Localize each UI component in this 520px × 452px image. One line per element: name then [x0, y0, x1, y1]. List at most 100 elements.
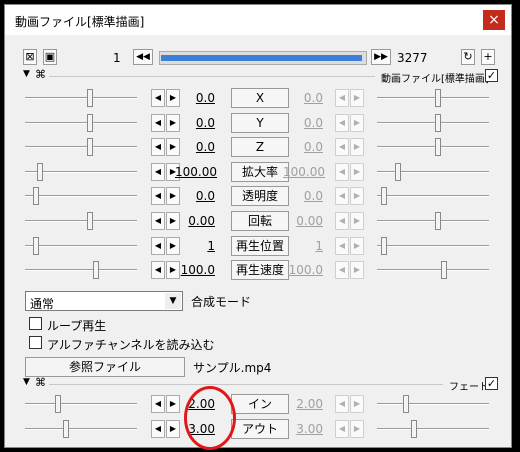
- decrement-button[interactable]: ◀: [335, 420, 349, 438]
- end-value[interactable]: 0.0: [283, 116, 323, 130]
- decrement-button[interactable]: ◀: [151, 113, 165, 132]
- start-value[interactable]: 100.00: [175, 165, 217, 179]
- slider-thumb[interactable]: [381, 236, 387, 255]
- parameter-button[interactable]: 再生位置: [231, 235, 289, 256]
- end-value[interactable]: 0.0: [283, 140, 323, 154]
- collapse-arrow-icon[interactable]: ▼: [23, 69, 30, 79]
- increment-button[interactable]: ▶: [350, 212, 364, 230]
- parameter-button[interactable]: アウト: [231, 419, 289, 439]
- decrement-button[interactable]: ◀: [151, 187, 165, 206]
- start-value[interactable]: 0.0: [175, 140, 215, 154]
- add-button[interactable]: +: [481, 49, 495, 65]
- alpha-checkbox[interactable]: [29, 336, 42, 349]
- decrement-button[interactable]: ◀: [151, 162, 165, 181]
- slider-track: [377, 195, 489, 198]
- decrement-button[interactable]: ◀: [335, 113, 349, 132]
- slider-thumb[interactable]: [87, 113, 93, 132]
- mouse-icon: ⌘: [35, 376, 46, 389]
- end-value[interactable]: 0.0: [283, 91, 323, 105]
- decrement-button[interactable]: ◀: [335, 236, 349, 255]
- decrement-button[interactable]: ◀: [335, 187, 349, 206]
- parameter-button[interactable]: 拡大率: [231, 161, 289, 182]
- increment-button[interactable]: ▶: [350, 89, 364, 107]
- decrement-button[interactable]: ◀: [335, 212, 349, 230]
- slider-thumb[interactable]: [93, 261, 99, 280]
- parameter-button[interactable]: 回転: [231, 211, 289, 231]
- increment-button[interactable]: ▶: [350, 261, 364, 280]
- seek-bar[interactable]: [159, 51, 367, 65]
- parameter-button[interactable]: X: [231, 88, 289, 108]
- chevron-down-icon[interactable]: ▼: [165, 293, 181, 309]
- slider-thumb[interactable]: [435, 212, 441, 230]
- blend-mode-select[interactable]: 通常 ▼: [25, 291, 183, 311]
- slider-thumb[interactable]: [37, 162, 43, 181]
- next-frame-button[interactable]: ▶▶: [371, 49, 391, 65]
- slider-thumb[interactable]: [435, 113, 441, 132]
- loop-checkbox[interactable]: [29, 317, 42, 330]
- increment-button[interactable]: ▶: [350, 395, 364, 413]
- decrement-button[interactable]: ◀: [151, 212, 165, 230]
- start-value[interactable]: 0.0: [175, 116, 215, 130]
- parameter-button[interactable]: イン: [231, 394, 289, 414]
- slider-thumb[interactable]: [87, 212, 93, 230]
- end-value[interactable]: 0.0: [283, 189, 323, 203]
- decrement-button[interactable]: ◀: [151, 236, 165, 255]
- parameter-button[interactable]: Z: [231, 137, 289, 158]
- slider-thumb[interactable]: [441, 261, 447, 280]
- decrement-button[interactable]: ◀: [335, 138, 349, 157]
- stepper: ◀ ▶: [335, 162, 365, 181]
- section-divider: [49, 384, 443, 385]
- increment-button[interactable]: ▶: [350, 162, 364, 181]
- end-value[interactable]: 3.00: [283, 422, 323, 436]
- decrement-button[interactable]: ◀: [151, 420, 165, 438]
- start-value[interactable]: 1: [175, 239, 215, 253]
- end-value[interactable]: 0.00: [283, 214, 323, 228]
- slider-thumb[interactable]: [87, 138, 93, 157]
- decrement-button[interactable]: ◀: [335, 395, 349, 413]
- parameter-button[interactable]: Y: [231, 112, 289, 133]
- increment-button[interactable]: ▶: [350, 236, 364, 255]
- parameter-button[interactable]: 再生速度: [231, 260, 289, 281]
- filter-window: 動画ファイル[標準描画] × ⊠ ▣ 1 ◀◀ ▶▶ 3277 ↻ + ▼ ⌘ …: [4, 4, 512, 450]
- end-value[interactable]: 100.0: [283, 263, 323, 277]
- increment-button[interactable]: ▶: [350, 138, 364, 157]
- slider-thumb[interactable]: [411, 420, 417, 438]
- slider-thumb[interactable]: [381, 187, 387, 206]
- refresh-icon[interactable]: ↻: [461, 49, 475, 65]
- camera-icon[interactable]: ⊠: [23, 49, 37, 65]
- start-value[interactable]: 0.00: [175, 214, 215, 228]
- image-icon[interactable]: ▣: [43, 49, 57, 65]
- object-enable-checkbox[interactable]: ✓: [485, 69, 498, 82]
- start-value[interactable]: 0.0: [175, 189, 215, 203]
- collapse-arrow-icon[interactable]: ▼: [23, 377, 30, 387]
- increment-button[interactable]: ▶: [350, 420, 364, 438]
- slider-thumb[interactable]: [63, 420, 69, 438]
- increment-button[interactable]: ▶: [350, 113, 364, 132]
- slider-thumb[interactable]: [435, 89, 441, 107]
- slider-thumb[interactable]: [87, 89, 93, 107]
- start-value[interactable]: 0.0: [175, 91, 215, 105]
- decrement-button[interactable]: ◀: [335, 162, 349, 181]
- decrement-button[interactable]: ◀: [151, 395, 165, 413]
- prev-frame-button[interactable]: ◀◀: [133, 49, 153, 65]
- end-value[interactable]: 100.00: [283, 165, 325, 179]
- decrement-button[interactable]: ◀: [151, 89, 165, 107]
- slider-thumb[interactable]: [435, 138, 441, 157]
- decrement-button[interactable]: ◀: [151, 261, 165, 280]
- start-value[interactable]: 100.0: [175, 263, 215, 277]
- slider-thumb[interactable]: [55, 395, 61, 413]
- decrement-button[interactable]: ◀: [335, 261, 349, 280]
- browse-file-button[interactable]: 参照ファイル: [25, 357, 185, 377]
- increment-button[interactable]: ▶: [350, 187, 364, 206]
- slider-thumb[interactable]: [395, 162, 401, 181]
- slider-thumb[interactable]: [33, 187, 39, 206]
- end-value[interactable]: 2.00: [283, 397, 323, 411]
- close-button[interactable]: ×: [483, 10, 505, 30]
- decrement-button[interactable]: ◀: [151, 138, 165, 157]
- slider-thumb[interactable]: [33, 236, 39, 255]
- fade-enable-checkbox[interactable]: ✓: [485, 377, 498, 390]
- parameter-button[interactable]: 透明度: [231, 186, 289, 207]
- decrement-button[interactable]: ◀: [335, 89, 349, 107]
- end-value[interactable]: 1: [283, 239, 323, 253]
- slider-thumb[interactable]: [403, 395, 409, 413]
